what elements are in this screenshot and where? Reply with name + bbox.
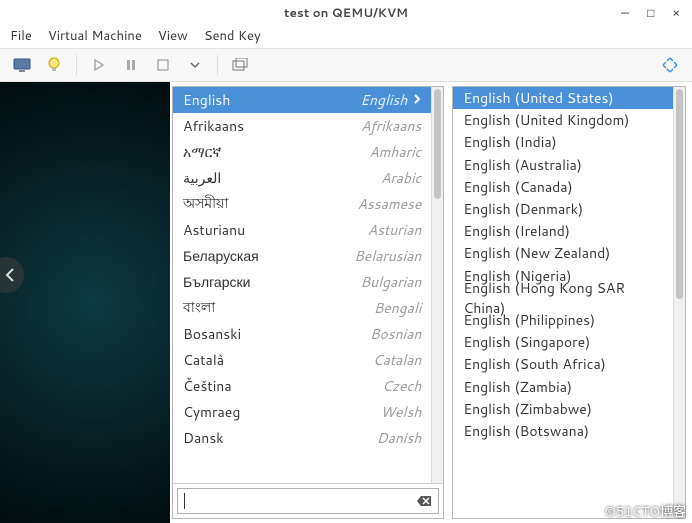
language-native: English bbox=[183, 90, 360, 110]
variant-row[interactable]: English (Australia) bbox=[453, 154, 673, 176]
language-list[interactable]: EnglishEnglishAfrikaansAfrikaansአማርኛAmha… bbox=[173, 87, 431, 483]
language-row[interactable]: AfrikaansAfrikaans bbox=[173, 113, 431, 139]
minimize-button[interactable]: — bbox=[621, 4, 629, 21]
language-english: Belarusian bbox=[354, 246, 421, 266]
console-button[interactable] bbox=[10, 53, 34, 77]
variant-row[interactable]: English (Ireland) bbox=[453, 220, 673, 242]
language-english: Bosnian bbox=[370, 324, 422, 344]
variant-row[interactable]: English (Zimbabwe) bbox=[453, 398, 673, 420]
variant-row[interactable]: English (United Kingdom) bbox=[453, 109, 673, 131]
menu-view[interactable]: View bbox=[158, 27, 188, 45]
language-row[interactable]: BosanskiBosnian bbox=[173, 321, 431, 347]
variant-row[interactable]: English (Singapore) bbox=[453, 331, 673, 353]
language-row[interactable]: বাংলাBengali bbox=[173, 295, 431, 321]
lightbulb-icon[interactable] bbox=[42, 53, 66, 77]
toolbar-separator bbox=[217, 55, 218, 75]
language-native: বাংলা bbox=[183, 296, 374, 320]
dropdown-arrow-icon[interactable] bbox=[183, 53, 207, 77]
search-input[interactable] bbox=[177, 488, 439, 514]
menu-file[interactable]: File bbox=[10, 27, 32, 45]
language-native: العربية bbox=[183, 168, 381, 188]
search-bar bbox=[173, 483, 443, 518]
menu-virtual-machine[interactable]: Virtual Machine bbox=[48, 27, 142, 45]
language-picker: EnglishEnglishAfrikaansAfrikaansአማርኛAmha… bbox=[170, 82, 692, 523]
menubar: File Virtual Machine View Send Key bbox=[0, 24, 692, 48]
variant-row[interactable]: English (United States) bbox=[453, 87, 673, 109]
language-row[interactable]: አማርኛAmharic bbox=[173, 139, 431, 165]
language-english: Czech bbox=[382, 376, 421, 396]
language-english: Afrikaans bbox=[361, 116, 421, 136]
language-native: Български bbox=[183, 272, 360, 292]
toolbar bbox=[0, 48, 692, 82]
language-row[interactable]: CatalàCatalan bbox=[173, 347, 431, 373]
language-english: Arabic bbox=[381, 168, 421, 188]
power-button[interactable] bbox=[151, 53, 175, 77]
play-button[interactable] bbox=[87, 53, 111, 77]
variant-list-panel: English (United States)English (United K… bbox=[452, 86, 686, 519]
watermark: ©51CTO博客 bbox=[605, 501, 686, 521]
variant-row[interactable]: English (New Zealand) bbox=[453, 242, 673, 264]
language-native: Беларуская bbox=[183, 246, 354, 266]
language-native: Cymraeg bbox=[183, 402, 380, 422]
language-english: Asturian bbox=[368, 220, 422, 240]
menu-send-key[interactable]: Send Key bbox=[204, 27, 261, 45]
back-button[interactable] bbox=[0, 257, 24, 293]
language-native: Dansk bbox=[183, 428, 377, 448]
language-row[interactable]: AsturianuAsturian bbox=[173, 217, 431, 243]
language-row[interactable]: DanskDanish bbox=[173, 425, 431, 451]
language-english: Bulgarian bbox=[360, 272, 421, 292]
language-english: Amharic bbox=[369, 142, 421, 162]
window-controls: — □ × bbox=[621, 4, 692, 21]
language-row[interactable]: العربيةArabic bbox=[173, 165, 431, 191]
language-english: Danish bbox=[377, 428, 422, 448]
language-native: አማርኛ bbox=[183, 142, 369, 162]
fullscreen-button[interactable] bbox=[658, 53, 682, 77]
variant-scrollbar[interactable] bbox=[673, 87, 685, 518]
maximize-button[interactable]: □ bbox=[647, 4, 654, 21]
language-english: Assamese bbox=[357, 194, 421, 214]
language-english: Catalan bbox=[373, 350, 422, 370]
variant-row[interactable]: English (South Africa) bbox=[453, 353, 673, 375]
variant-row[interactable]: English (India) bbox=[453, 131, 673, 153]
clear-icon[interactable] bbox=[416, 494, 432, 508]
chevron-right-icon bbox=[413, 90, 421, 110]
variant-list[interactable]: English (United States)English (United K… bbox=[453, 87, 673, 518]
language-native: Afrikaans bbox=[183, 116, 361, 136]
vm-display-area bbox=[0, 82, 170, 523]
language-list-panel: EnglishEnglishAfrikaansAfrikaansአማርኛAmha… bbox=[172, 86, 444, 519]
window-title: test on QEMU/KVM bbox=[284, 4, 408, 21]
snapshot-button[interactable] bbox=[228, 53, 252, 77]
language-row[interactable]: অসমীয়াAssamese bbox=[173, 191, 431, 217]
variant-row[interactable]: English (Denmark) bbox=[453, 198, 673, 220]
titlebar: test on QEMU/KVM — □ × bbox=[0, 0, 692, 24]
variant-row[interactable]: English (Canada) bbox=[453, 176, 673, 198]
variant-row[interactable]: English (Zambia) bbox=[453, 375, 673, 397]
language-row[interactable]: БеларускаяBelarusian bbox=[173, 243, 431, 269]
language-row[interactable]: EnglishEnglish bbox=[173, 87, 431, 113]
language-english: Bengali bbox=[374, 298, 422, 318]
language-native: অসমীয়া bbox=[183, 192, 357, 216]
language-row[interactable]: ČeštinaCzech bbox=[173, 373, 431, 399]
language-native: Asturianu bbox=[183, 220, 368, 240]
language-native: Català bbox=[183, 350, 373, 370]
variant-row[interactable]: English (Hong Kong SAR China) bbox=[453, 287, 673, 309]
language-english: Welsh bbox=[380, 402, 421, 422]
language-native: Čeština bbox=[183, 376, 382, 396]
language-scrollbar[interactable] bbox=[431, 87, 443, 483]
language-english: English bbox=[360, 90, 407, 110]
toolbar-separator bbox=[76, 55, 77, 75]
language-native: Bosanski bbox=[183, 324, 370, 344]
variant-row[interactable]: English (Botswana) bbox=[453, 420, 673, 442]
pause-button[interactable] bbox=[119, 53, 143, 77]
language-row[interactable]: БългарскиBulgarian bbox=[173, 269, 431, 295]
language-row[interactable]: CymraegWelsh bbox=[173, 399, 431, 425]
close-button[interactable]: × bbox=[672, 4, 680, 21]
